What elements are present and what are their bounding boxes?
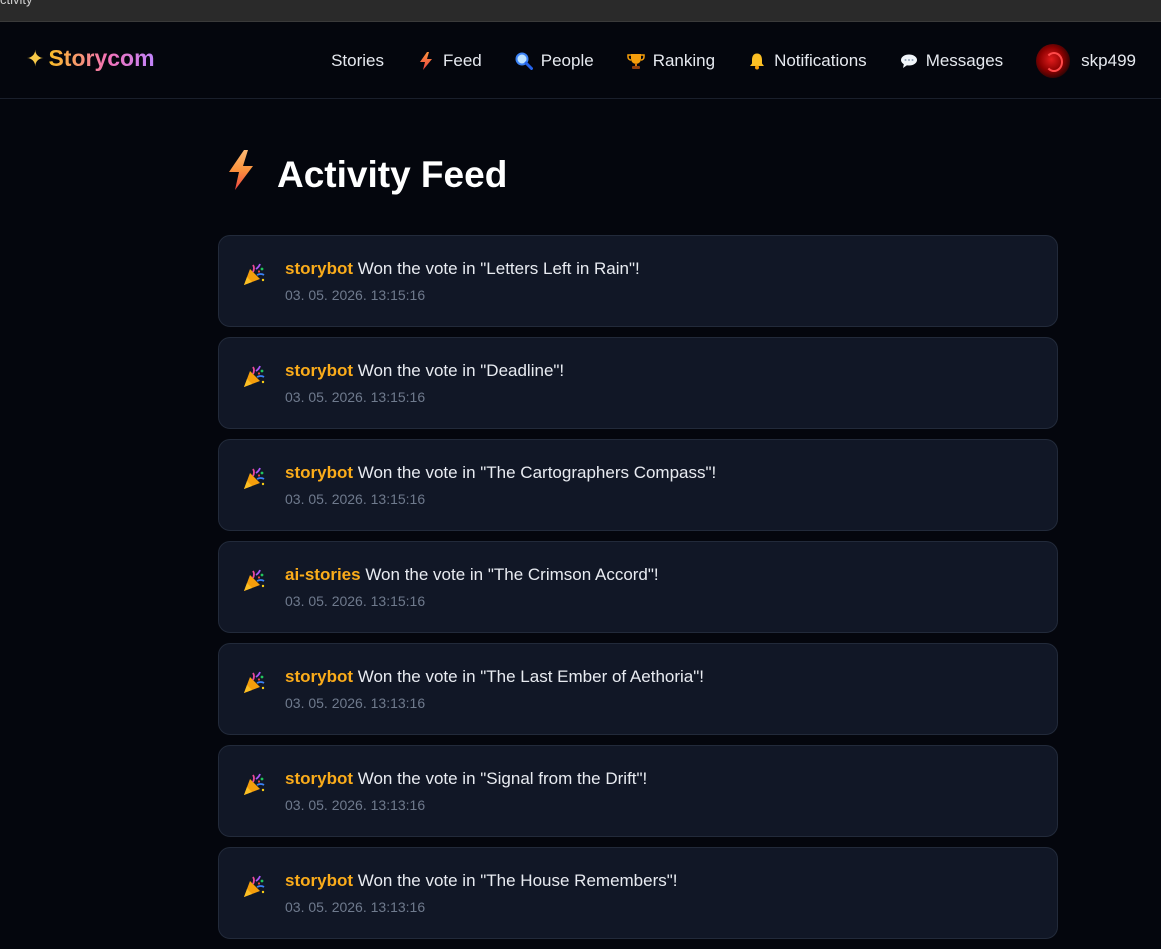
nav-item-stories[interactable]: Stories <box>331 51 384 71</box>
nav-item-feed[interactable]: Feed <box>417 51 482 71</box>
feed-item-text: storybot Won the vote in "The Last Ember… <box>285 667 704 687</box>
feed-item-user[interactable]: storybot <box>285 361 353 380</box>
bell-icon <box>748 52 766 70</box>
feed-item-timestamp: 03. 05. 2026. 13:15:16 <box>285 287 426 303</box>
feed-item-timestamp: 03. 05. 2026. 13:15:16 <box>285 491 426 507</box>
magnifier-icon <box>515 52 533 70</box>
feed-item-text: storybot Won the vote in "The House Reme… <box>285 871 678 891</box>
lightning-icon <box>227 150 255 199</box>
feed-item-timestamp: 03. 05. 2026. 13:15:16 <box>285 389 426 405</box>
page-title: Activity Feed <box>227 150 507 199</box>
brand-name: Storycom <box>48 45 155 71</box>
avatar <box>1036 43 1071 78</box>
party-popper-icon <box>242 671 266 695</box>
feed-item[interactable]: storybot Won the vote in "Signal from th… <box>218 745 1058 837</box>
nav-item-label: Notifications <box>774 50 867 70</box>
feed-item-user[interactable]: storybot <box>285 769 353 788</box>
brand-logo[interactable]: ✦ Storycom <box>26 45 155 72</box>
feed-item[interactable]: storybot Won the vote in "The Last Ember… <box>218 643 1058 735</box>
feed-item-user[interactable]: storybot <box>285 463 353 482</box>
feed-item-message: Won the vote in "Deadline"! <box>353 361 565 380</box>
nav-item-label: Messages <box>925 50 1004 70</box>
party-popper-icon <box>242 773 266 797</box>
nav-item-messages[interactable]: Messages <box>900 51 1003 71</box>
nav-item-label: Stories <box>331 50 385 70</box>
top-navigation: ✦ Storycom Stories Feed People Ranking N… <box>0 22 1161 99</box>
feed-item[interactable]: storybot Won the vote in "The Cartograph… <box>218 439 1058 531</box>
feed-item[interactable]: storybot Won the vote in "Deadline"! 03.… <box>218 337 1058 429</box>
party-popper-icon <box>242 365 266 389</box>
feed-item-timestamp: 03. 05. 2026. 13:15:16 <box>285 593 426 609</box>
nav-item-label: Feed <box>443 50 482 70</box>
feed-item-message: Won the vote in "The Crimson Accord"! <box>360 565 659 584</box>
feed-item[interactable]: storybot Won the vote in "The House Reme… <box>218 847 1058 939</box>
feed-item-message: Won the vote in "The Last Ember of Aetho… <box>353 667 704 686</box>
username-label: skp499 <box>1081 50 1136 70</box>
feed-item-message: Won the vote in "The House Remembers"! <box>353 871 678 890</box>
window-title: ctivity <box>0 0 33 7</box>
nav-links: Stories Feed People Ranking Notification… <box>298 22 1136 99</box>
feed-item-text: storybot Won the vote in "The Cartograph… <box>285 463 716 483</box>
feed-item-text: storybot Won the vote in "Letters Left i… <box>285 259 640 279</box>
nav-item-label: People <box>540 50 594 70</box>
speech-bubble-icon <box>900 52 918 70</box>
feed-item[interactable]: storybot Won the vote in "Letters Left i… <box>218 235 1058 327</box>
activity-feed: storybot Won the vote in "Letters Left i… <box>218 235 1058 949</box>
feed-item-text: storybot Won the vote in "Deadline"! <box>285 361 564 381</box>
feed-item-timestamp: 03. 05. 2026. 13:13:16 <box>285 797 426 813</box>
nav-item-notifications[interactable]: Notifications <box>748 51 867 71</box>
feed-item-timestamp: 03. 05. 2026. 13:13:16 <box>285 695 426 711</box>
feed-item-message: Won the vote in "Signal from the Drift"! <box>353 769 648 788</box>
feed-item-user[interactable]: storybot <box>285 667 353 686</box>
browser-title-bar: ctivity <box>0 0 1161 22</box>
trophy-icon <box>626 52 645 70</box>
feed-item-timestamp: 03. 05. 2026. 13:13:16 <box>285 899 426 915</box>
feed-item-message: Won the vote in "The Cartographers Compa… <box>353 463 717 482</box>
sparkle-icon: ✦ <box>26 45 45 71</box>
feed-item-text: storybot Won the vote in "Signal from th… <box>285 769 647 789</box>
feed-item-text: ai-stories Won the vote in "The Crimson … <box>285 565 659 585</box>
party-popper-icon <box>242 263 266 287</box>
party-popper-icon <box>242 875 266 899</box>
user-menu[interactable]: skp499 <box>1036 43 1136 78</box>
feed-item[interactable]: ai-stories Won the vote in "The Crimson … <box>218 541 1058 633</box>
lightning-icon <box>417 51 435 70</box>
nav-item-people[interactable]: People <box>515 51 594 71</box>
page-title-text: Activity Feed <box>277 153 508 195</box>
nav-item-ranking[interactable]: Ranking <box>626 50 716 71</box>
nav-item-label: Ranking <box>652 50 716 70</box>
feed-item-user[interactable]: storybot <box>285 259 353 278</box>
feed-item-message: Won the vote in "Letters Left in Rain"! <box>353 259 640 278</box>
party-popper-icon <box>242 569 266 593</box>
feed-item-user[interactable]: ai-stories <box>285 565 361 584</box>
party-popper-icon <box>242 467 266 491</box>
feed-item-user[interactable]: storybot <box>285 871 353 890</box>
